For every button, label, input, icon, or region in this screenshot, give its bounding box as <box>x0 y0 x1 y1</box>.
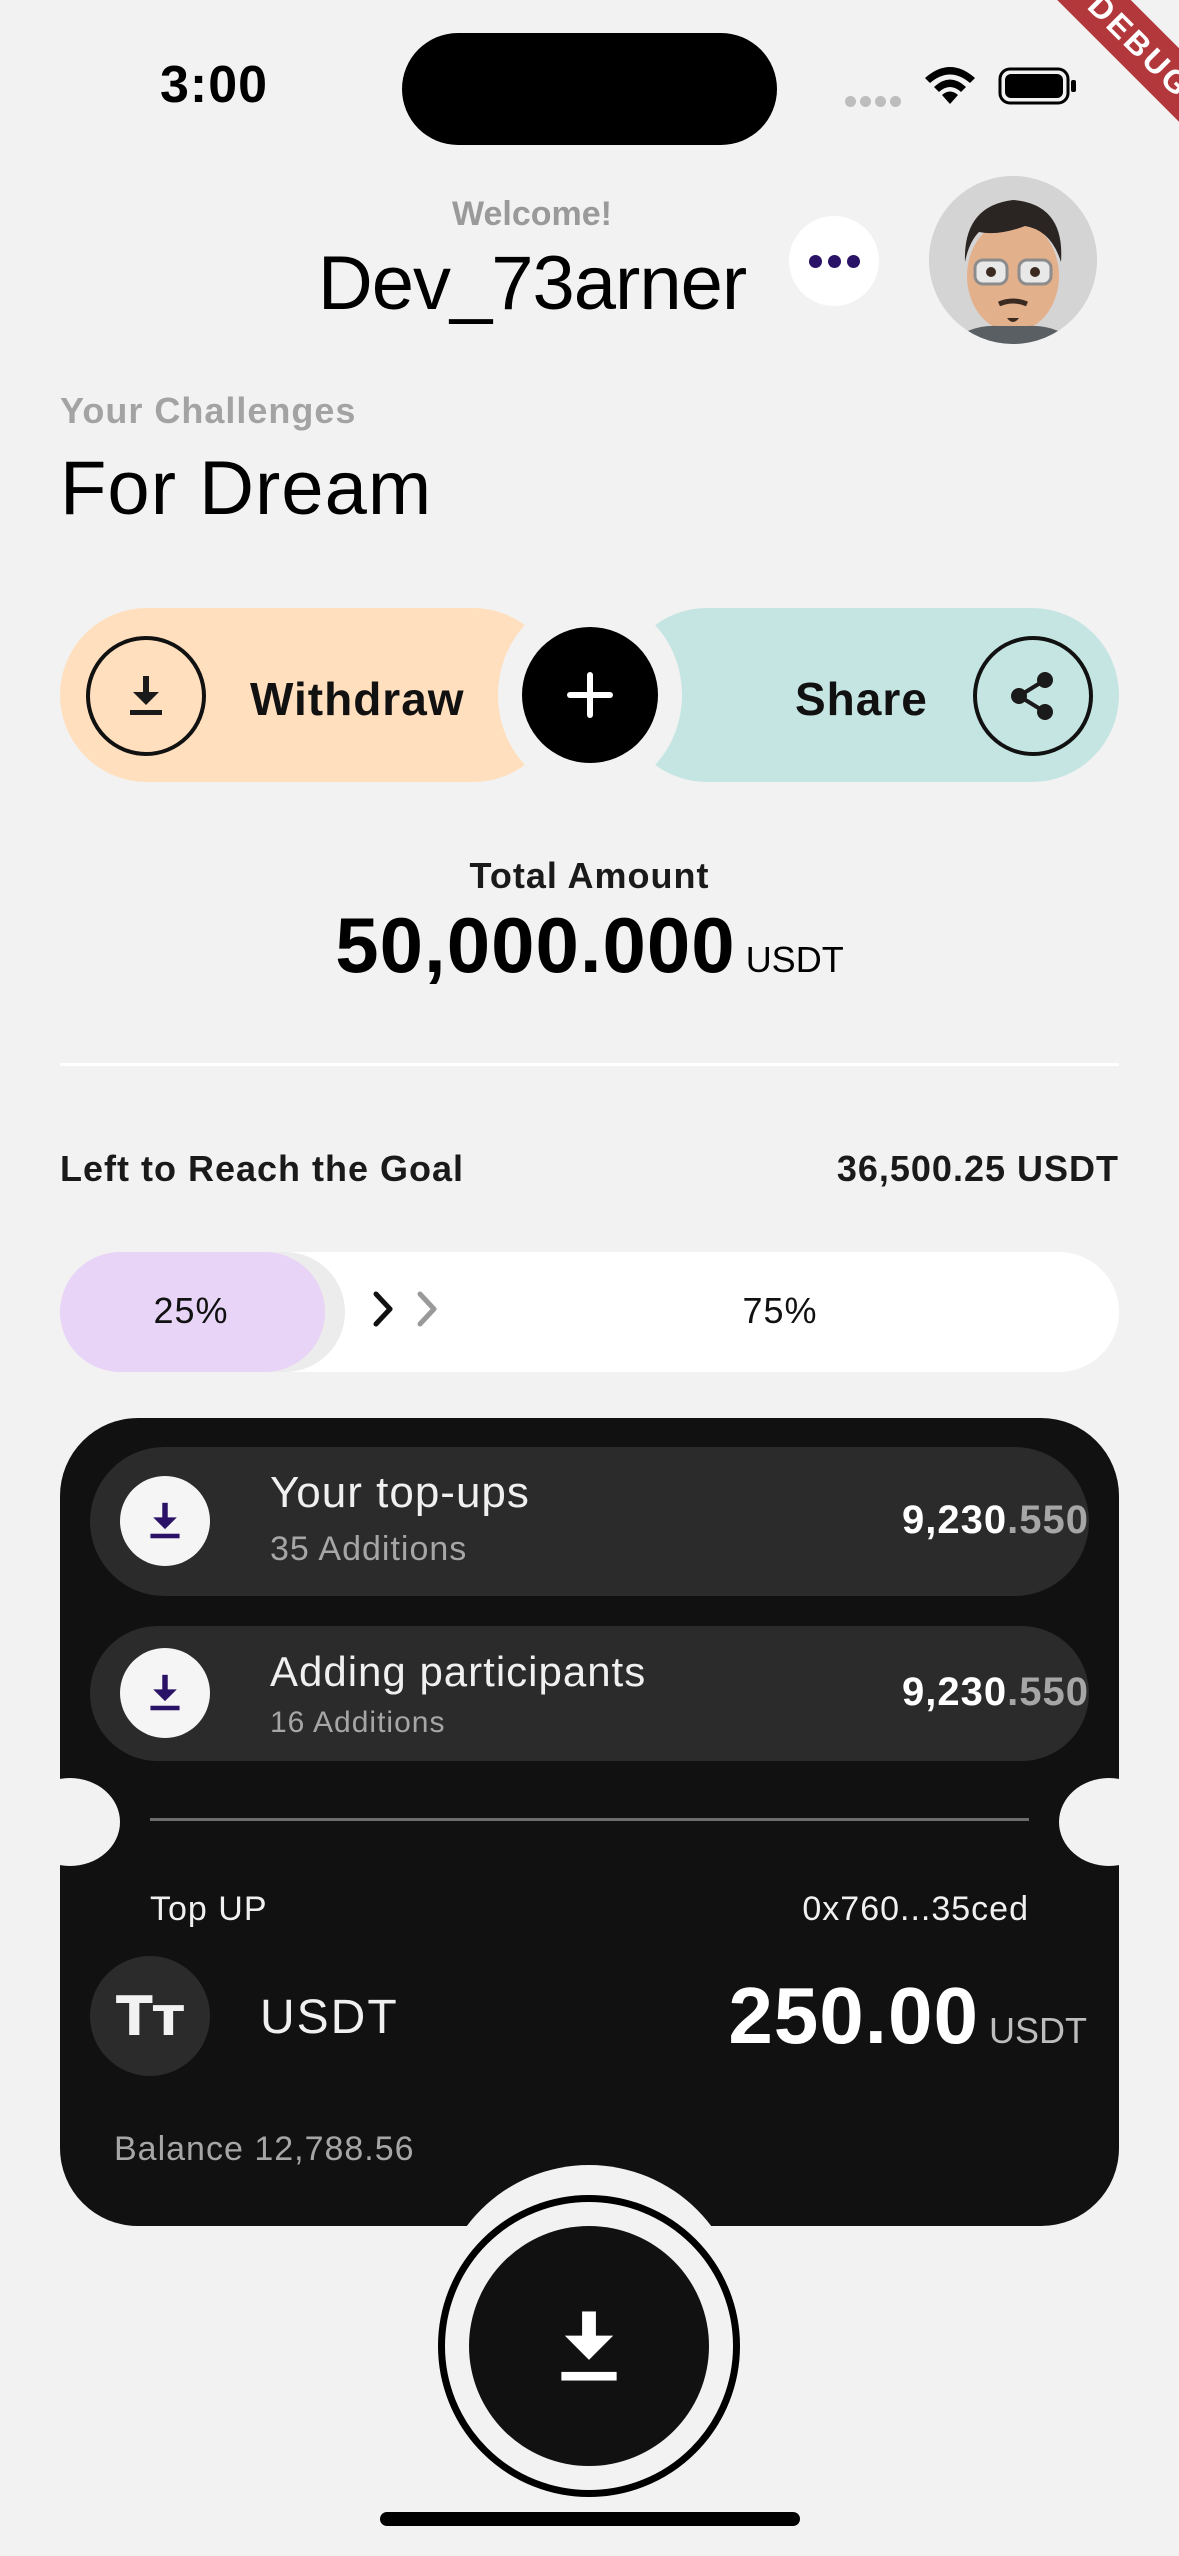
home-indicator <box>380 2512 800 2526</box>
row-amount: 9,230.550 <box>902 1670 1089 1715</box>
top-up-label: Top UP <box>150 1890 268 1928</box>
more-dots-icon <box>806 254 863 268</box>
chevron-right-icon <box>417 1291 437 1327</box>
progress-remaining-label: 75% <box>742 1290 818 1331</box>
goal-value: 36,500.25 USDT <box>836 1148 1119 1189</box>
chevron-right-icon <box>373 1291 393 1327</box>
progress-completed-label: 25% <box>153 1290 229 1331</box>
row-amount-main: 9,230 <box>902 1670 1008 1714</box>
download-icon <box>86 636 206 756</box>
total-amount-unit: USDT <box>745 939 844 980</box>
row-title: Your top-ups <box>270 1468 530 1517</box>
avatar[interactable] <box>929 176 1097 344</box>
amount-value: 250.00 <box>728 1971 979 2060</box>
wifi-icon <box>925 67 975 104</box>
withdraw-label: Withdraw <box>250 673 465 725</box>
top-up-amount-input[interactable]: 250.00 USDT <box>728 1970 1087 2062</box>
more-options-button[interactable] <box>789 216 879 306</box>
token-selector[interactable]: USDT <box>260 1990 399 2045</box>
wallet-address[interactable]: 0x760...35ced <box>802 1890 1029 1929</box>
avatar-portrait-icon <box>929 176 1097 344</box>
amount-unit: USDT <box>989 2010 1087 2051</box>
ticket-notch-left <box>20 1778 120 1866</box>
confirm-top-up-button[interactable] <box>469 2226 709 2466</box>
row-amount-decimal: .550 <box>1007 1670 1089 1714</box>
row-title: Adding participants <box>270 1648 647 1695</box>
status-time: 3:00 <box>160 56 269 114</box>
token-icon[interactable]: Tт <box>90 1956 210 2076</box>
row-amount-main: 9,230 <box>902 1498 1008 1542</box>
share-label: Share <box>795 673 928 725</box>
add-button[interactable] <box>522 627 658 763</box>
dynamic-island <box>402 33 777 145</box>
card-divider <box>150 1818 1029 1821</box>
welcome-text: Welcome! <box>452 195 612 233</box>
download-icon <box>120 1648 210 1738</box>
goal-label: Left to Reach the Goal <box>60 1148 465 1189</box>
download-icon <box>561 2311 617 2381</box>
row-subtitle: 16 Additions <box>270 1706 446 1739</box>
share-icon <box>973 636 1093 756</box>
username: Dev_73arner <box>317 241 747 326</box>
battery-icon <box>998 67 1076 105</box>
divider <box>60 1063 1119 1066</box>
signal-icon <box>845 94 905 108</box>
row-amount-decimal: .550 <box>1007 1498 1089 1542</box>
challenge-title: For Dream <box>60 446 433 531</box>
balance-text: Balance 12,788.56 <box>114 2130 415 2168</box>
total-amount-value: 50,000.000 <box>335 901 736 989</box>
ticket-notch-right <box>1059 1778 1159 1866</box>
download-icon <box>120 1476 210 1566</box>
plus-icon <box>567 672 613 718</box>
section-label: Your Challenges <box>60 390 357 431</box>
row-subtitle: 35 Additions <box>270 1530 468 1568</box>
row-amount: 9,230.550 <box>902 1498 1089 1543</box>
total-amount: 50,000.000 USDT <box>0 900 1179 991</box>
total-amount-label: Total Amount <box>469 855 710 896</box>
